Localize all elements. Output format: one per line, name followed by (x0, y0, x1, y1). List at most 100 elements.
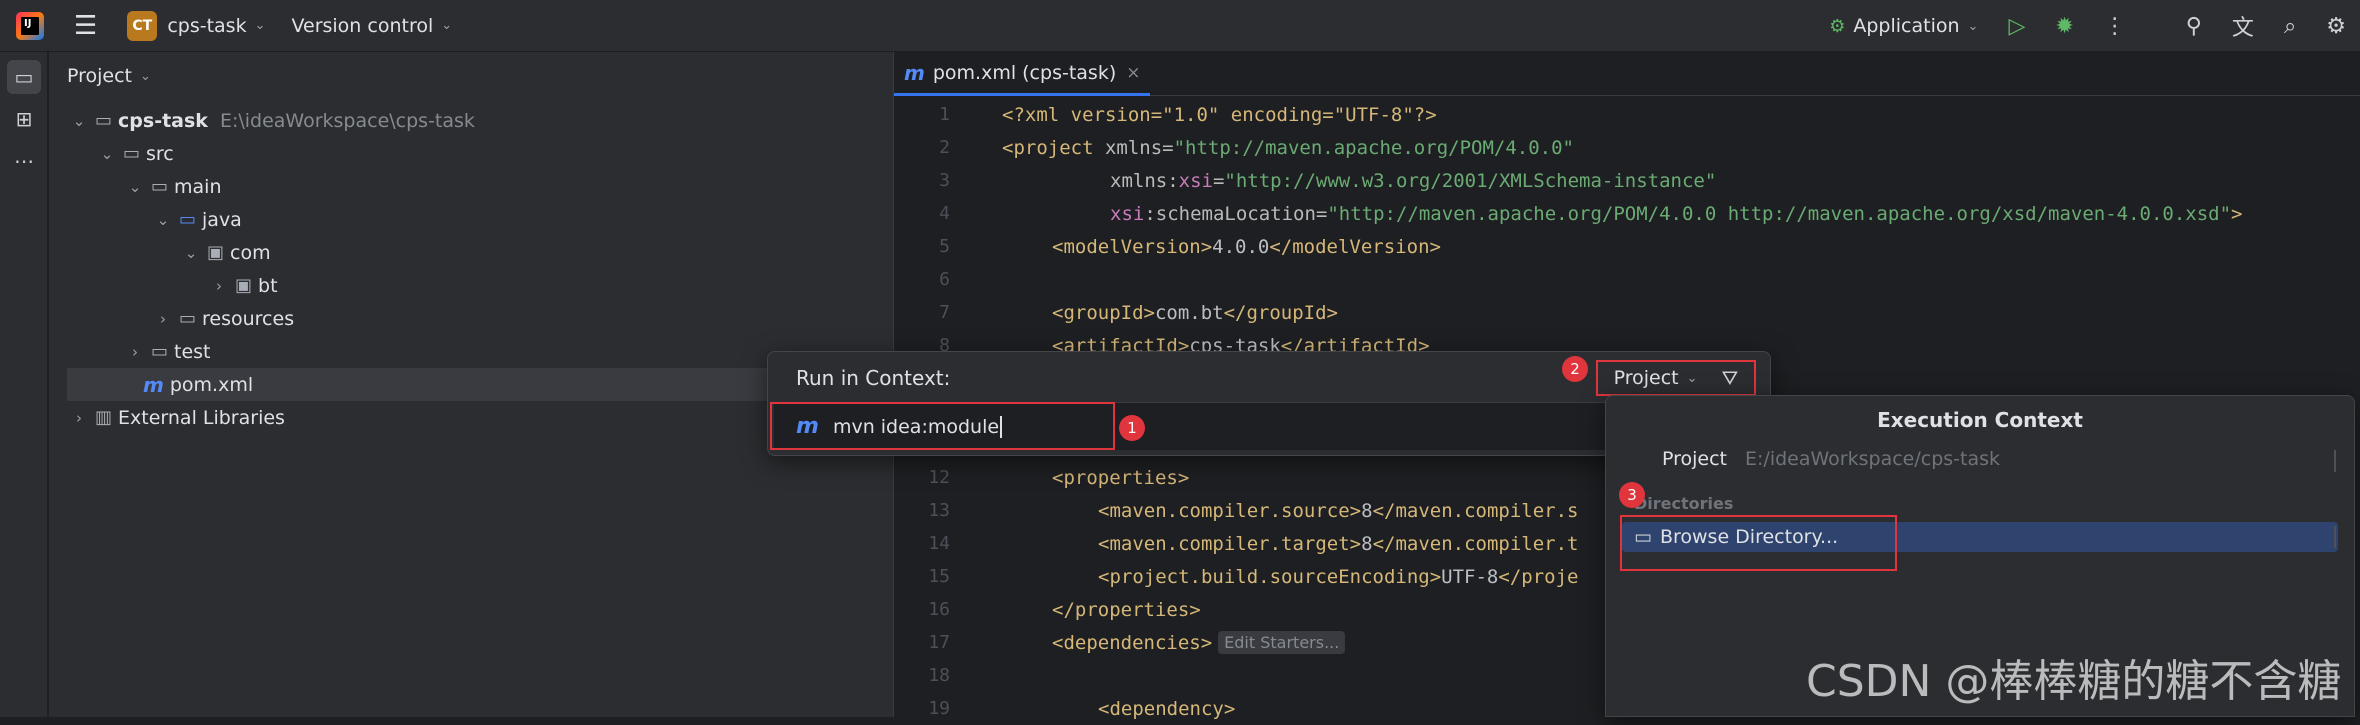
translate-icon[interactable]: 文 (2232, 10, 2254, 42)
code-line: 4 xsi:schemaLocation= "http://maven.apach… (894, 197, 2360, 230)
annotation-box-3 (1620, 515, 1897, 571)
code-text: <properties> (1052, 466, 1190, 489)
tree-item-label: src (146, 142, 174, 165)
code-text: </modelVersion> (1269, 235, 1441, 258)
code-text: <modelVersion> (1052, 235, 1213, 258)
line-number: 17 (928, 632, 950, 653)
debug-icon[interactable]: ✹ (2055, 14, 2073, 39)
chevron-down-icon: ⌄ (1686, 370, 1698, 386)
project-panel-header[interactable]: Project ⌄ (49, 52, 893, 100)
annotation-badge-3: 3 (1619, 482, 1645, 508)
folder-icon: ▭ (151, 176, 169, 197)
resources-folder-icon: ▭ (179, 308, 197, 329)
code-text: <project.build.sourceEncoding> (1098, 565, 1442, 588)
code-text: <project (1002, 136, 1094, 159)
maven-file-icon: m (143, 372, 164, 397)
expand-arrow-icon[interactable]: ⌄ (181, 244, 201, 262)
tree-item-cps-task[interactable]: ⌄ ▭ cps-task E:\ideaWorkspace\cps-task (49, 104, 893, 137)
folder-icon: ▭ (151, 341, 169, 362)
code-line: 5 <modelVersion> 4.0.0 </modelVersion> (894, 230, 2360, 263)
tree-item-com[interactable]: ⌄ ▣ com (49, 236, 893, 269)
code-text: "http://maven.apache.org/POM/4.0.0 http:… (1327, 202, 2232, 225)
project-tool-icon[interactable]: ▭ (7, 60, 41, 94)
code-text: 8 (1361, 532, 1373, 555)
filter-icon[interactable]: ⛛ (1722, 366, 1739, 390)
run-icon[interactable]: ▷ (2008, 14, 2025, 39)
code-text: xsi (1110, 202, 1145, 225)
expand-arrow-icon[interactable]: ⌄ (125, 178, 145, 196)
tree-item-label: pom.xml (169, 373, 254, 396)
line-number: 13 (928, 500, 950, 521)
search-icon[interactable]: ⌕ (2284, 14, 2296, 39)
tree-item-main[interactable]: ⌄ ▭ main (49, 170, 893, 203)
settings-gear-icon[interactable]: ⚙ (2326, 14, 2346, 39)
tree-item-resources[interactable]: › ▭ resources (49, 302, 893, 335)
tool-window-strip: ▭ ⊞ ⋯ (0, 52, 48, 717)
edit-starters-hint[interactable]: Edit Starters... (1218, 631, 1346, 654)
execution-context-project[interactable]: Project E:/ideaWorkspace/cps-task (1662, 448, 2000, 470)
run-configuration-selector[interactable]: ⚙ Application ⌄ (1829, 15, 1978, 37)
main-menu-icon[interactable]: ☰ (74, 13, 97, 39)
code-text: </proje (1498, 565, 1579, 588)
expand-arrow-icon[interactable]: ⌄ (69, 112, 89, 130)
version-control-menu[interactable]: Version control (291, 15, 433, 37)
code-text: > (2231, 202, 2243, 225)
chevron-down-icon[interactable]: ⌄ (255, 18, 266, 33)
collapse-arrow-icon[interactable]: › (153, 310, 173, 328)
expand-arrow-icon[interactable]: ⌄ (153, 211, 173, 229)
project-switcher[interactable]: cps-task (167, 15, 246, 37)
structure-tool-icon[interactable]: ⊞ (7, 102, 41, 136)
more-actions-icon[interactable]: ⋮ (2104, 14, 2126, 39)
tree-item-label: bt (258, 274, 278, 297)
separator (2334, 450, 2336, 472)
popup-title: Run in Context: (796, 366, 951, 390)
scope-selector[interactable]: Project ⌄ ⛛ (1596, 360, 1756, 396)
code-text: </maven.compiler.s (1372, 499, 1579, 522)
chevron-down-icon[interactable]: ⌄ (140, 69, 151, 84)
code-text: <maven.compiler.target> (1098, 532, 1362, 555)
scope-label: Project (1613, 367, 1679, 389)
project-panel-title: Project (67, 65, 133, 87)
line-number: 1 (939, 104, 950, 125)
code-text: <dependency> (1098, 697, 1236, 720)
tree-item-label: External Libraries (118, 406, 285, 429)
code-text: xmlns: (1110, 169, 1179, 192)
annotation-badge-2: 2 (1562, 356, 1588, 382)
collapse-arrow-icon[interactable]: › (209, 277, 229, 295)
tree-item-label: test (174, 340, 211, 363)
line-number: 16 (928, 599, 950, 620)
add-user-icon[interactable]: ⚲ (2186, 14, 2202, 39)
editor-tabs: m pom.xml (cps-task) × (894, 52, 2360, 96)
tab-label: pom.xml (cps-task) (932, 61, 1117, 84)
separator (2334, 526, 2336, 548)
libraries-icon: ▥ (95, 407, 113, 428)
tab-pom-xml[interactable]: m pom.xml (cps-task) × (894, 52, 1151, 96)
folder-icon: ▭ (123, 143, 141, 164)
title-bar: IJ ☰ CT cps-task ⌄ Version control ⌄ ⚙ A… (0, 0, 2360, 52)
line-number: 14 (928, 533, 950, 554)
tree-item-label: resources (202, 307, 295, 330)
chevron-down-icon[interactable]: ⌄ (441, 18, 452, 33)
intellij-logo-icon[interactable]: IJ (16, 11, 44, 40)
code-line: 7 <groupId> com.bt </groupId> (894, 296, 2360, 329)
collapse-arrow-icon[interactable]: › (69, 409, 89, 427)
collapse-arrow-icon[interactable]: › (125, 343, 145, 361)
project-badge[interactable]: CT (127, 10, 158, 41)
tree-item-java[interactable]: ⌄ ▭ java (49, 203, 893, 236)
expand-arrow-icon[interactable]: ⌄ (97, 145, 117, 163)
code-line: 1 <?xml version="1.0" encoding="UTF-8"?> (894, 98, 2360, 131)
tree-item-src[interactable]: ⌄ ▭ src (49, 137, 893, 170)
code-text: xmlns= (1093, 136, 1174, 159)
line-number: 12 (928, 467, 950, 488)
code-line: 2 <project xmlns= "http://maven.apache.or… (894, 131, 2360, 164)
close-icon[interactable]: × (1126, 63, 1140, 83)
more-tools-icon[interactable]: ⋯ (7, 144, 41, 178)
tree-item-label: com (230, 241, 271, 264)
line-number: 18 (928, 665, 950, 686)
code-text: </properties> (1052, 598, 1201, 621)
annotation-box-1 (770, 402, 1115, 450)
code-line: 3 xmlns: xsi = "http://www.w3.org/2001/XMLS… (894, 164, 2360, 197)
annotation-badge-1: 1 (1119, 415, 1145, 441)
tree-item-bt[interactable]: › ▣ bt (49, 269, 893, 302)
code-text: 8 (1361, 499, 1373, 522)
